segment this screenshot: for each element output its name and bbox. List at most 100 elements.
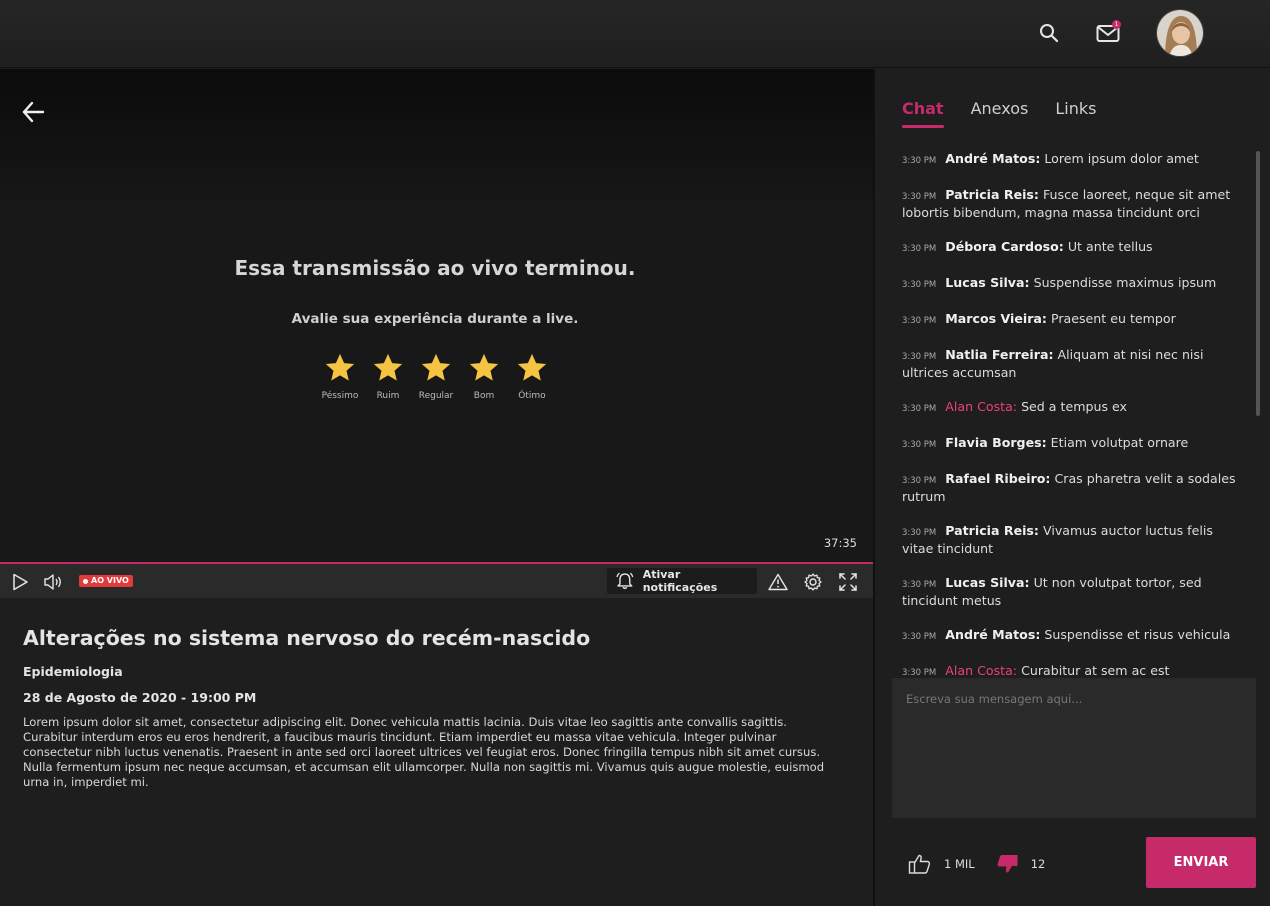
star-icon [517, 353, 547, 381]
message-author: Natlia Ferreira: [945, 347, 1054, 362]
settings-button[interactable] [802, 571, 824, 593]
thumbs-down-icon [997, 855, 1018, 873]
chat-message: 3:30 PM Lucas Silva: Ut non volutpat tor… [902, 575, 1242, 609]
chat-messages[interactable]: 3:30 PM André Matos: Lorem ipsum dolor a… [902, 151, 1242, 699]
rating-label: Regular [418, 391, 454, 401]
message-time: 3:30 PM [902, 280, 937, 290]
rating-label: Ruim [376, 391, 400, 401]
volume-button[interactable] [42, 571, 64, 593]
fullscreen-button[interactable] [837, 571, 859, 593]
video-info: Alterações no sistema nervoso do recém-n… [23, 626, 843, 790]
message-time: 3:30 PM [902, 632, 937, 642]
message-text: Praesent eu tempor [1050, 311, 1176, 326]
rating-label: Péssimo [321, 391, 359, 401]
rating-star-4[interactable]: Bom [460, 351, 508, 401]
message-input[interactable] [892, 678, 1256, 818]
chat-message: 3:30 PM Débora Cardoso: Ut ante tellus [902, 239, 1242, 257]
notify-label: Ativar notificações [642, 568, 718, 594]
rating-star-2[interactable]: Ruim [364, 351, 412, 401]
message-text: Ut ante tellus [1067, 239, 1153, 254]
stream-ended-title: Essa transmissão ao vivo terminou. [234, 256, 636, 280]
back-button[interactable] [20, 99, 50, 125]
video-date: 28 de Agosto de 2020 - 19:00 PM [23, 690, 257, 705]
message-text: Curabitur at sem ac est [1021, 663, 1170, 678]
message-time: 3:30 PM [902, 528, 937, 538]
play-button[interactable] [9, 571, 31, 593]
message-author: Flavia Borges: [945, 435, 1047, 450]
user-avatar-icon [1157, 10, 1203, 56]
fullscreen-icon [839, 573, 857, 591]
rating-star-1[interactable]: Péssimo [316, 351, 364, 401]
search-icon [1040, 24, 1059, 43]
bell-icon [616, 572, 634, 590]
message-author: Lucas Silva: [945, 575, 1030, 590]
live-badge: AO VIVO [79, 575, 133, 587]
enable-notifications-button[interactable]: Ativar notificações [607, 568, 757, 594]
message-time: 3:30 PM [902, 476, 937, 486]
tab-chat[interactable]: Chat [902, 99, 944, 128]
chat-message: 3:30 PM Flavia Borges: Etiam volutpat or… [902, 435, 1242, 453]
rating-label: Ótimo [518, 391, 546, 401]
message-author: Patricia Reis: [945, 523, 1039, 538]
chat-tabs: Chat Anexos Links [902, 99, 1123, 128]
message-author: Débora Cardoso: [945, 239, 1064, 254]
chat-message: 3:30 PM Patricia Reis: Fusce laoreet, ne… [902, 187, 1242, 221]
rating-star-5[interactable]: Ótimo [508, 351, 556, 401]
chat-message: 3:30 PM Alan Costa: Sed a tempus ex [902, 399, 1242, 417]
message-time: 3:30 PM [902, 156, 937, 166]
message-author: Rafael Ribeiro: [945, 471, 1051, 486]
video-description: Lorem ipsum dolor sit amet, consectetur … [23, 715, 825, 789]
message-author: Lucas Silva: [945, 275, 1030, 290]
play-icon [13, 573, 28, 591]
message-time: 3:30 PM [902, 580, 937, 590]
timecode: 37:35 [823, 536, 857, 550]
star-icon [421, 353, 451, 381]
message-time: 3:30 PM [902, 352, 937, 362]
rating-prompt: Avalie sua experiência durante a live. [291, 311, 579, 327]
thumbs-up-icon [908, 854, 931, 874]
message-time: 3:30 PM [902, 316, 937, 326]
message-author: Marcos Vieira: [945, 311, 1047, 326]
like-button[interactable] [908, 853, 932, 875]
video-title: Alterações no sistema nervoso do recém-n… [23, 626, 591, 650]
gear-icon [804, 573, 822, 591]
message-author: Patricia Reis: [945, 187, 1039, 202]
mail-badge: 1 [1112, 20, 1121, 29]
message-text: Sed a tempus ex [1021, 399, 1127, 414]
rating-star-3[interactable]: Regular [412, 351, 460, 401]
star-icon [325, 353, 355, 381]
message-text: Etiam volutpat ornare [1050, 435, 1189, 450]
message-author: Alan Costa: [945, 399, 1018, 414]
chat-panel: Chat Anexos Links 3:30 PM André Matos: L… [875, 69, 1270, 906]
search-button[interactable] [1034, 18, 1064, 48]
message-text: Suspendisse maximus ipsum [1033, 275, 1217, 290]
like-count: 1 MIL [944, 857, 975, 871]
message-author: André Matos: [945, 151, 1041, 166]
message-time: 3:30 PM [902, 244, 937, 254]
send-button[interactable]: ENVIAR [1146, 837, 1256, 888]
message-composer [892, 678, 1256, 818]
live-label: AO VIVO [91, 576, 129, 585]
live-dot-icon [83, 578, 88, 584]
tab-anexos[interactable]: Anexos [971, 99, 1029, 118]
tab-links[interactable]: Links [1055, 99, 1096, 118]
avatar[interactable] [1156, 9, 1204, 57]
warning-icon [768, 573, 788, 591]
dislike-count: 12 [1030, 857, 1046, 871]
chat-scrollbar[interactable] [1256, 151, 1260, 416]
dislike-button[interactable] [995, 853, 1019, 875]
chat-message: 3:30 PM Natlia Ferreira: Aliquam at nisi… [902, 347, 1242, 381]
message-author: Alan Costa: [945, 663, 1018, 678]
rating-stars: Péssimo Ruim Regular Bom Ótimo [316, 351, 556, 401]
volume-icon [44, 574, 61, 590]
star-icon [373, 353, 403, 381]
mail-button[interactable]: 1 [1093, 18, 1123, 48]
chat-message: 3:30 PM Rafael Ribeiro: Cras pharetra ve… [902, 471, 1242, 505]
video-player: Essa transmissão ao vivo terminou. Avali… [0, 69, 873, 562]
arrow-left-icon [22, 101, 45, 123]
message-time: 3:30 PM [902, 440, 937, 450]
rating-label: Bom [473, 391, 495, 401]
message-time: 3:30 PM [902, 192, 937, 202]
message-text: Lorem ipsum dolor amet [1044, 151, 1199, 166]
report-button[interactable] [767, 571, 789, 593]
